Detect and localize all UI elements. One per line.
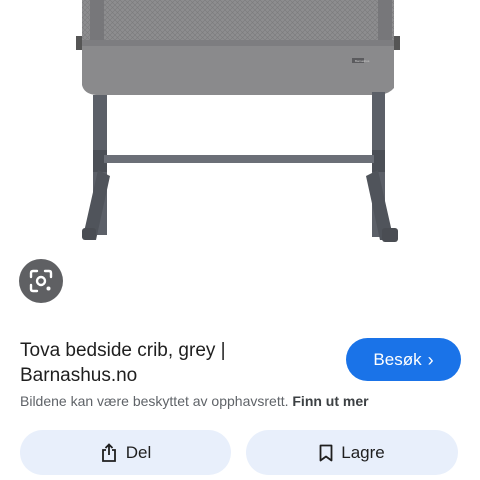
copyright-text: Bildene kan være beskyttet av opphavsret… [20,393,289,409]
learn-more-link[interactable]: Finn ut mer [292,393,368,409]
product-image[interactable]: Barnashus [0,0,480,260]
copyright-notice: Bildene kan være beskyttet av opphavsret… [20,393,470,409]
visit-button[interactable]: Besøk › [346,338,461,381]
bookmark-icon [319,444,333,461]
lens-search-button[interactable] [19,259,63,303]
product-source: Barnashus.no [20,365,138,386]
image-logo: Barnashus [355,59,370,63]
save-button[interactable]: Lagre [246,430,458,475]
share-button-label: Del [125,442,152,462]
crossbar [104,155,374,163]
product-title-line1: Tova bedside crib, grey | [20,340,226,361]
chevron-right-icon: › [427,349,434,370]
save-button-label: Lagre [341,442,385,462]
crib-skirt [82,40,394,95]
product-title[interactable]: Tova bedside crib, grey | Barnashus.no [20,338,320,388]
lens-search-icon [29,269,53,293]
visit-button-label: Besøk [373,349,422,369]
share-icon [101,442,116,462]
share-button[interactable]: Del [20,430,231,475]
